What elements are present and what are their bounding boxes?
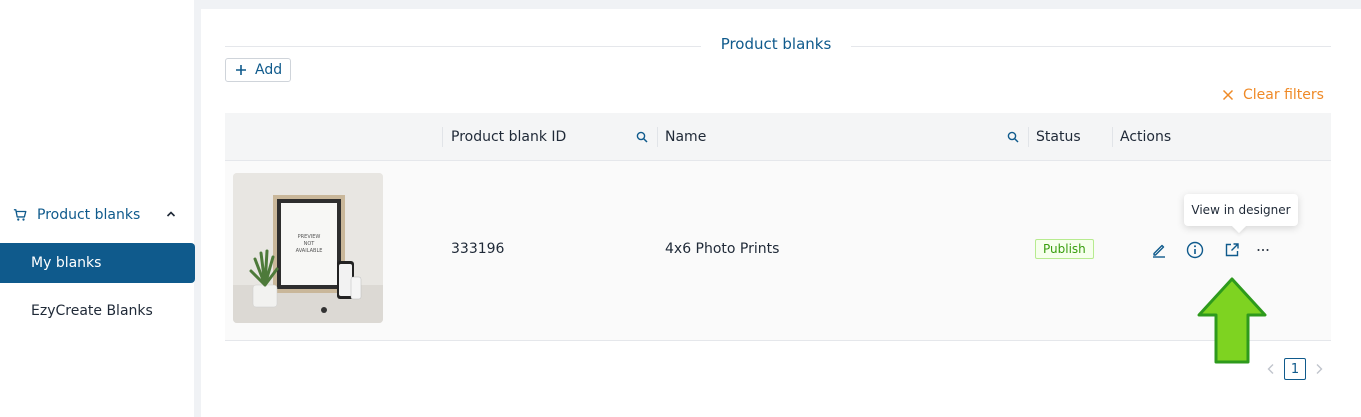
svg-text:NOT: NOT (304, 241, 316, 247)
column-header-actions: Actions (1120, 129, 1172, 145)
sidebar-group-product-blanks[interactable]: Product blanks (0, 200, 194, 230)
chevron-up-icon[interactable] (166, 209, 176, 219)
product-blanks-table: Product blank ID Name Status Actions PRE… (225, 113, 1331, 341)
arrow-up-annotation (1197, 277, 1267, 364)
add-button-label: Add (255, 62, 283, 78)
table-header: Product blank ID Name Status Actions (225, 113, 1331, 161)
close-icon (1222, 89, 1234, 101)
product-thumbnail[interactable]: PREVIEW NOT AVAILABLE (233, 173, 383, 323)
column-header-status: Status (1036, 129, 1081, 145)
more-icon[interactable] (1254, 241, 1272, 259)
sidebar-item-label: My blanks (31, 255, 102, 271)
column-header-name[interactable]: Name (665, 113, 706, 161)
table-row: PREVIEW NOT AVAILABLE 333196 4x6 Photo P… (225, 161, 1331, 341)
frame-mockup-image: PREVIEW NOT AVAILABLE (233, 173, 383, 323)
divider (851, 46, 1331, 47)
column-divider (442, 127, 443, 147)
edit-icon[interactable] (1150, 241, 1168, 259)
plus-icon (236, 65, 246, 75)
product-blank-id: 333196 (451, 241, 505, 257)
page-title-row: Product blanks (225, 29, 1331, 59)
status-badge: Publish (1035, 239, 1094, 259)
page-number[interactable]: 1 (1284, 358, 1306, 380)
sidebar-item-label: EzyCreate Blanks (31, 303, 153, 319)
page-title: Product blanks (720, 35, 832, 53)
column-header-product-blank-id[interactable]: Product blank ID (451, 113, 566, 161)
main-panel: Product blanks Add Clear filters Product… (201, 9, 1361, 417)
column-divider (1028, 127, 1029, 147)
search-icon[interactable] (1007, 131, 1019, 143)
cart-icon (13, 209, 27, 221)
svg-text:AVAILABLE: AVAILABLE (296, 248, 323, 254)
chevron-right-icon[interactable] (1312, 362, 1326, 376)
info-icon[interactable] (1186, 241, 1204, 259)
column-divider (1112, 127, 1113, 147)
product-name: 4x6 Photo Prints (665, 241, 780, 257)
clear-filters-button[interactable]: Clear filters (1222, 85, 1324, 105)
search-icon[interactable] (636, 131, 648, 143)
sidebar-item-my-blanks[interactable]: My blanks (0, 243, 195, 283)
sidebar: Product blanks My blanks EzyCreate Blank… (0, 0, 195, 417)
add-button[interactable]: Add (225, 58, 291, 82)
pagination: 1 (1264, 358, 1326, 380)
clear-filters-label: Clear filters (1243, 87, 1324, 103)
view-in-designer-tooltip: View in designer (1184, 194, 1298, 226)
column-divider (657, 127, 658, 147)
external-link-icon[interactable] (1223, 241, 1241, 259)
sidebar-item-ezycreate-blanks[interactable]: EzyCreate Blanks (0, 291, 194, 331)
divider (225, 46, 701, 47)
svg-text:PREVIEW: PREVIEW (298, 234, 321, 240)
sidebar-group-label: Product blanks (37, 207, 141, 223)
chevron-left-icon[interactable] (1264, 362, 1278, 376)
